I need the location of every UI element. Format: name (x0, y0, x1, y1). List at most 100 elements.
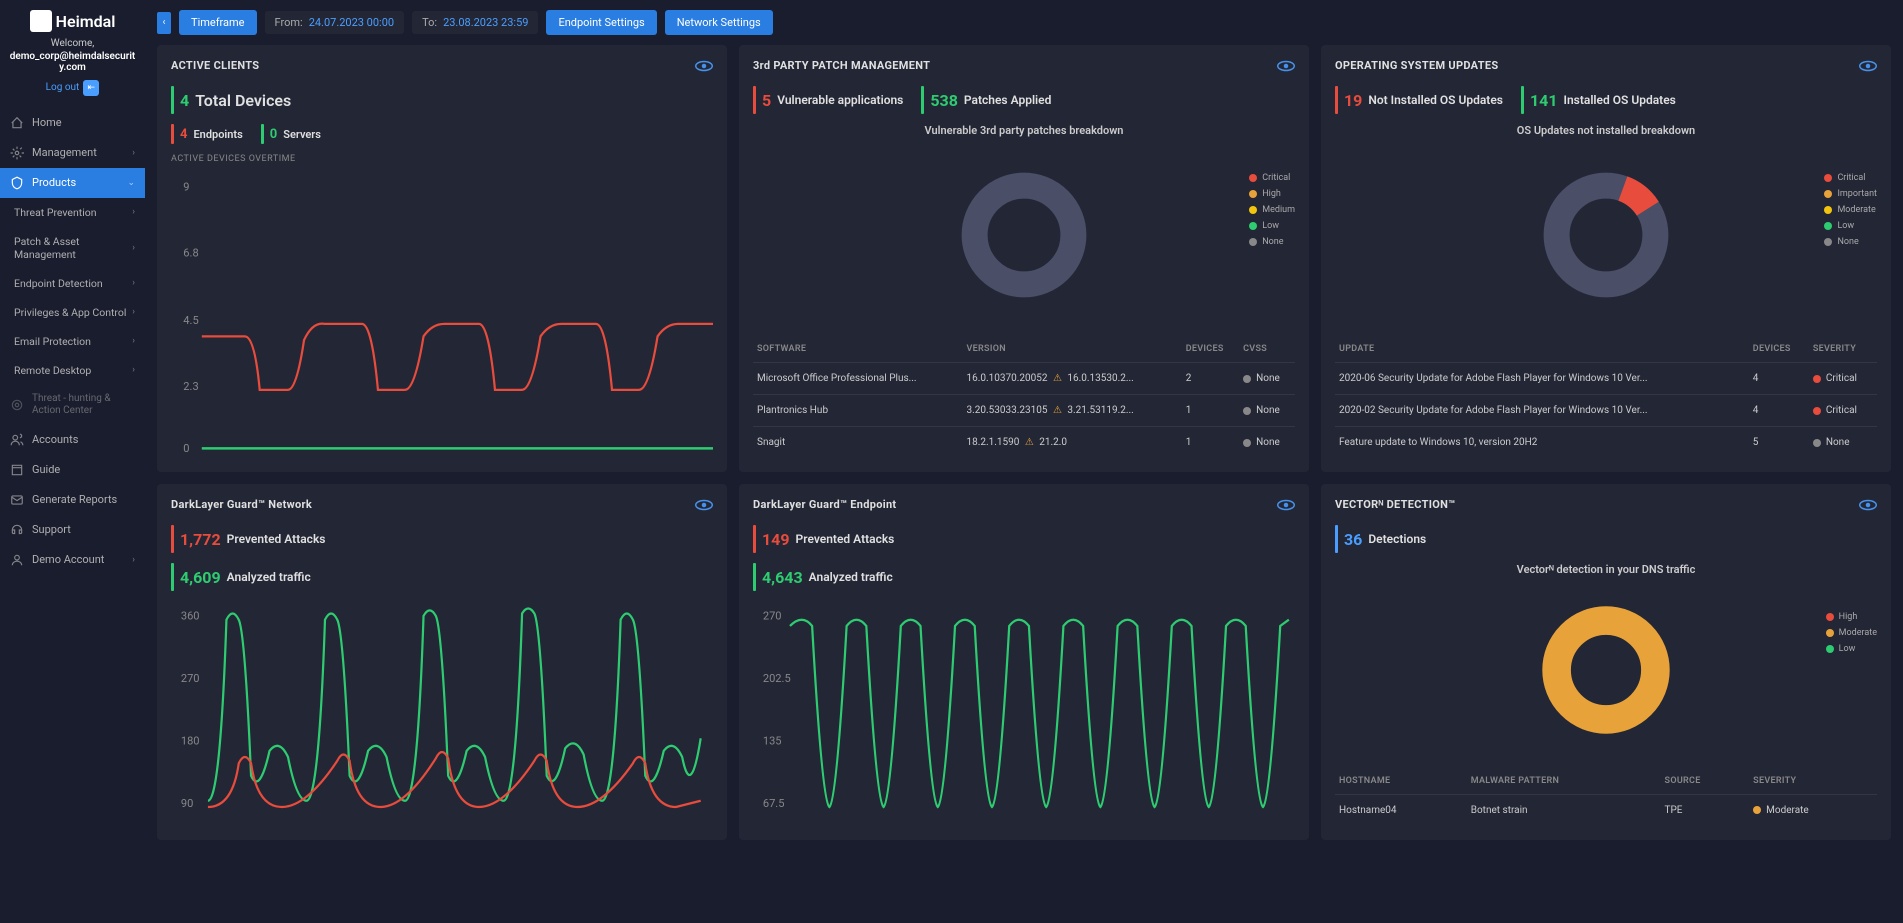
network-settings-button[interactable]: Network Settings (665, 10, 773, 35)
active-devices-chart: 96.84.52.30 (171, 172, 713, 458)
card-vectorn: VECTORᴺ DETECTION™ 36Detections Vectorᴺ … (1321, 484, 1891, 840)
sidebar: Heimdal Welcome, demo_corp@heimdalsecuri… (0, 0, 145, 923)
eye-icon[interactable] (1859, 60, 1877, 72)
svg-text:67.5: 67.5 (763, 797, 785, 810)
donut-title: Vulnerable 3rd party patches breakdown (753, 124, 1295, 137)
svg-text:270: 270 (181, 672, 200, 685)
chevron-right-icon: › (132, 307, 135, 317)
target-icon (10, 398, 24, 412)
card-dlg-endpoint: DarkLayer Guard™ Endpoint 149Prevented A… (739, 484, 1309, 840)
endpoints-value: 4 (180, 127, 187, 142)
welcome-text: Welcome, (8, 38, 137, 49)
mail-icon (10, 493, 24, 507)
svg-text:9: 9 (183, 181, 189, 194)
card-title: VECTORᴺ DETECTION™ (1335, 498, 1455, 511)
logo-icon (30, 10, 52, 32)
eye-icon[interactable] (1277, 60, 1295, 72)
svg-text:180: 180 (181, 735, 200, 748)
nav-remote-desktop[interactable]: Remote Desktop› (0, 356, 145, 385)
os-table: UPDATE DEVICES SEVERITY 2020-06 Security… (1335, 336, 1877, 458)
sidebar-collapse-button[interactable]: ‹ (157, 12, 171, 34)
donut-title: Vectorᴺ detection in your DNS traffic (1335, 563, 1877, 576)
shield-icon (10, 176, 24, 190)
card-title: OPERATING SYSTEM UPDATES (1335, 59, 1498, 72)
card-title: 3rd PARTY PATCH MANAGEMENT (753, 59, 930, 72)
eye-icon[interactable] (695, 60, 713, 72)
nav-endpoint-detection[interactable]: Endpoint Detection› (0, 269, 145, 298)
nav-home[interactable]: Home (0, 108, 145, 138)
card-title: ACTIVE CLIENTS (171, 59, 259, 72)
dlg-network-chart: 36027018090 (171, 601, 713, 826)
topbar: ‹ Timeframe From: 24.07.2023 00:00 To: 2… (145, 0, 1903, 45)
prevented-attacks-value: 149 (762, 530, 790, 549)
chevron-right-icon: › (132, 336, 135, 346)
svg-text:135: 135 (763, 735, 782, 748)
prevented-attacks-value: 1,772 (180, 530, 221, 549)
table-row[interactable]: Feature update to Windows 10, version 20… (1335, 427, 1877, 459)
endpoint-settings-button[interactable]: Endpoint Settings (546, 10, 656, 35)
warning-icon: ⚠ (1053, 373, 1062, 384)
eye-icon[interactable] (1277, 499, 1295, 511)
table-row[interactable]: 2020-02 Security Update for Adobe Flash … (1335, 395, 1877, 427)
vectorn-table: HOSTNAME MALWARE PATTERN SOURCE SEVERITY… (1335, 768, 1877, 826)
timeframe-button[interactable]: Timeframe (179, 10, 257, 35)
table-row[interactable]: Snagit18.2.1.1590 ⚠ 21.2.01None (753, 427, 1295, 459)
nav-generate-reports[interactable]: Generate Reports (0, 485, 145, 515)
nav-threat-hunting[interactable]: Threat - hunting & Action Center (0, 385, 145, 425)
to-date-value: 23.08.2023 23:59 (443, 16, 528, 29)
svg-text:360: 360 (181, 610, 200, 623)
from-date-value: 24.07.2023 00:00 (309, 16, 394, 29)
nav-accounts[interactable]: Accounts (0, 425, 145, 455)
users-icon (10, 433, 24, 447)
vulnerable-apps-value: 5 (762, 91, 771, 110)
chevron-right-icon: › (132, 555, 135, 565)
main-area: ‹ Timeframe From: 24.07.2023 00:00 To: 2… (145, 0, 1903, 923)
donut-title: OS Updates not installed breakdown (1335, 124, 1877, 137)
chevron-right-icon: › (132, 207, 135, 217)
dlg-endpoint-chart: 270202.513567.5 (753, 601, 1295, 826)
eye-icon[interactable] (695, 499, 713, 511)
patches-applied-value: 538 (930, 91, 958, 110)
home-icon (10, 116, 24, 130)
vectorn-legend: High Moderate Low (1826, 612, 1877, 654)
table-row[interactable]: Microsoft Office Professional Plus...16.… (753, 363, 1295, 395)
logout-link[interactable]: Log out ⇤ (46, 80, 100, 96)
nav-threat-prevention[interactable]: Threat Prevention› (0, 198, 145, 227)
to-date-group[interactable]: To: 23.08.2023 23:59 (412, 11, 538, 34)
servers-value: 0 (270, 127, 277, 142)
chevron-right-icon: › (132, 365, 135, 375)
book-icon (10, 463, 24, 477)
nav-email-protection[interactable]: Email Protection› (0, 327, 145, 356)
svg-text:6.8: 6.8 (183, 247, 198, 260)
logout-icon: ⇤ (83, 80, 99, 96)
nav-management[interactable]: Management › (0, 138, 145, 168)
card-patch-management: 3rd PARTY PATCH MANAGEMENT 5Vulnerable a… (739, 45, 1309, 472)
table-row[interactable]: 2020-06 Security Update for Adobe Flash … (1335, 363, 1877, 395)
eye-icon[interactable] (1859, 499, 1877, 511)
main-nav: Home Management › Products ⌄ Threat Prev… (0, 108, 145, 923)
nav-support[interactable]: Support (0, 515, 145, 545)
table-row[interactable]: Plantronics Hub3.20.53033.23105 ⚠ 3.21.5… (753, 395, 1295, 427)
nav-demo-account[interactable]: Demo Account › (0, 545, 145, 575)
chevron-right-icon: › (132, 278, 135, 288)
chevron-down-icon: ⌄ (127, 178, 135, 188)
not-installed-value: 19 (1344, 91, 1362, 110)
nav-guide[interactable]: Guide (0, 455, 145, 485)
svg-text:0: 0 (183, 442, 189, 455)
patch-legend: Critical High Medium Low None (1249, 173, 1295, 247)
from-date-group[interactable]: From: 24.07.2023 00:00 (265, 11, 405, 34)
os-donut-chart: Critical Important Moderate Low None (1335, 143, 1877, 326)
chevron-right-icon: › (132, 148, 135, 158)
vectorn-donut-chart: High Moderate Low (1335, 582, 1877, 758)
nav-products[interactable]: Products ⌄ (0, 168, 145, 198)
detections-value: 36 (1344, 530, 1362, 549)
table-row[interactable]: Hostname04Botnet strainTPEModerate (1335, 795, 1877, 827)
nav-patch-asset[interactable]: Patch & Asset Management› (0, 227, 145, 269)
card-active-clients: ACTIVE CLIENTS 4Total Devices 4Endpoints… (157, 45, 727, 472)
nav-privileges-app[interactable]: Privileges & App Control› (0, 298, 145, 327)
total-devices-value: 4 (180, 91, 189, 110)
patch-table: SOFTWARE VERSION DEVICES CVSS Microsoft … (753, 336, 1295, 458)
dashboard-grid: ACTIVE CLIENTS 4Total Devices 4Endpoints… (145, 45, 1903, 923)
brand-logo: Heimdal (8, 10, 137, 32)
brand-name: Heimdal (56, 12, 116, 31)
